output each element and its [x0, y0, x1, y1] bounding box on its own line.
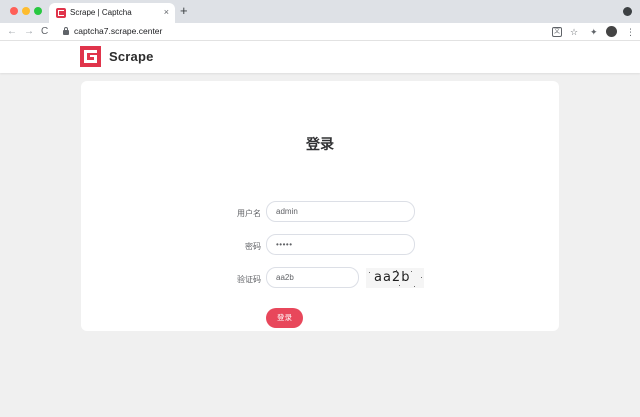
password-input[interactable]: •••••	[266, 234, 415, 255]
page-body: Scrape 登录 用户名 admin 密码 ••••• 验证码 aa2b aa…	[0, 41, 640, 417]
browser-tab[interactable]: Scrape | Captcha ×	[49, 3, 175, 23]
username-input[interactable]: admin	[266, 201, 415, 222]
tab-close-icon[interactable]: ×	[164, 7, 169, 17]
minimize-window-button[interactable]	[22, 7, 30, 15]
captcha-image[interactable]: aa2b	[366, 268, 424, 288]
maximize-window-button[interactable]	[34, 7, 42, 15]
brand-name[interactable]: Scrape	[109, 49, 154, 64]
close-window-button[interactable]	[10, 7, 18, 15]
captcha-noise-dot	[396, 270, 397, 271]
reload-button[interactable]: C	[41, 25, 48, 39]
browser-menu-icon[interactable]: ⋮	[626, 26, 635, 38]
browser-tab-bar: Scrape | Captcha × +	[0, 0, 640, 23]
captcha-noise-dot	[369, 272, 370, 273]
lock-icon[interactable]	[63, 27, 69, 35]
username-label: 用户名	[237, 209, 261, 218]
tab-title: Scrape | Captcha	[70, 8, 132, 17]
back-button[interactable]: ←	[7, 25, 17, 39]
bookmark-star-icon[interactable]: ☆	[570, 26, 578, 38]
login-button[interactable]: 登录	[266, 308, 303, 328]
captcha-noise-dot	[399, 285, 400, 286]
password-label: 密码	[245, 242, 261, 251]
login-title: 登录	[306, 136, 334, 152]
address-bar[interactable]: captcha7.scrape.center	[74, 26, 162, 36]
captcha-noise-dot	[411, 271, 412, 272]
captcha-noise-dot	[414, 286, 415, 287]
captcha-noise-dot	[421, 277, 422, 278]
captcha-image-text: aa2b	[374, 270, 411, 285]
translate-icon[interactable]: 文	[552, 27, 562, 37]
new-tab-button[interactable]: +	[180, 4, 188, 18]
login-card: 登录 用户名 admin 密码 ••••• 验证码 aa2b aa2b 登录	[81, 81, 559, 331]
profile-avatar[interactable]	[606, 26, 617, 37]
favicon-icon	[56, 8, 66, 18]
extensions-icon[interactable]: ✦	[590, 26, 598, 38]
captcha-label: 验证码	[237, 275, 261, 284]
site-header: Scrape	[0, 41, 640, 73]
forward-button[interactable]: →	[24, 25, 34, 39]
browser-toolbar: ← → C captcha7.scrape.center 文 ☆ ✦ ⋮	[0, 23, 640, 41]
scrape-logo-icon[interactable]	[80, 46, 101, 67]
captcha-input[interactable]: aa2b	[266, 267, 359, 288]
window-menu-icon[interactable]	[623, 7, 632, 16]
